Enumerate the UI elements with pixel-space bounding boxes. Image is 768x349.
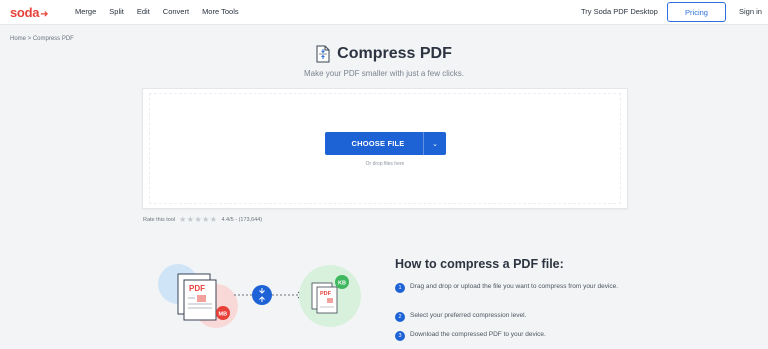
badge-left-text: MB [219, 312, 228, 318]
badge-right-text: KB [338, 281, 346, 287]
howto-step: 3 Download the compressed PDF to your de… [395, 330, 630, 341]
soda-logo[interactable]: soda➜ [10, 5, 49, 20]
upload-dropzone[interactable]: CHOOSE FILE ⌄ Or drop files here [142, 88, 628, 209]
step-number: 1 [395, 283, 405, 293]
chevron-down-icon[interactable]: ⌄ [424, 140, 446, 148]
top-header: soda➜ Merge Split Edit Convert More Tool… [0, 0, 768, 25]
rating-stars[interactable]: ★★★★★ [179, 215, 217, 224]
howto-step: 2 Select your preferred compression leve… [395, 311, 630, 322]
star-icon[interactable]: ★ [202, 215, 210, 224]
drop-hint: Or drop files here [365, 161, 405, 167]
step-text: Select your preferred compression level. [410, 312, 527, 319]
main-nav: Merge Split Edit Convert More Tools [75, 7, 252, 16]
file-label-left: PDF [189, 284, 205, 293]
compression-illustration: PDF MB PDF KB [158, 264, 361, 328]
breadcrumb[interactable]: Home > Compress PDF [10, 36, 74, 42]
choose-file-label: CHOOSE FILE [351, 139, 405, 148]
nav-split[interactable]: Split [109, 7, 124, 16]
sign-in-link[interactable]: Sign in [739, 7, 762, 16]
file-label-right: PDF [320, 291, 332, 297]
step-number: 3 [395, 331, 405, 341]
rating-score: 4.4/5 - (173,644) [221, 216, 263, 223]
title-row: Compress PDF [0, 45, 768, 63]
nav-merge[interactable]: Merge [75, 7, 96, 16]
choose-file-button[interactable]: CHOOSE FILE ⌄ [325, 132, 446, 155]
rating-bar: Rate this tool ★★★★★ 4.4/5 - (173,644) [143, 215, 262, 224]
step-number: 2 [395, 312, 405, 322]
try-desktop-link[interactable]: Try Soda PDF Desktop [581, 7, 658, 16]
image-thumb-icon [197, 295, 206, 302]
star-icon[interactable]: ★ [194, 215, 202, 224]
star-icon[interactable]: ★ [210, 215, 218, 224]
step-text: Download the compressed PDF to your devi… [410, 331, 546, 338]
howto-step: 1 Drag and drop or upload the file you w… [395, 282, 630, 293]
rating-label: Rate this tool [143, 216, 176, 223]
star-icon[interactable]: ★ [179, 215, 187, 224]
page-title: Compress PDF [337, 45, 452, 62]
compress-document-icon [316, 45, 330, 63]
howto-title: How to compress a PDF file: [395, 257, 564, 271]
logo-arrow-icon: ➜ [40, 9, 49, 20]
page-subtitle: Make your PDF smaller with just a few cl… [303, 69, 465, 78]
nav-convert[interactable]: Convert [163, 7, 189, 16]
nav-more-tools[interactable]: More Tools [202, 7, 239, 16]
logo-text: soda [10, 5, 40, 20]
pricing-button[interactable]: Pricing [667, 2, 726, 22]
nav-edit[interactable]: Edit [137, 7, 150, 16]
step-text: Drag and drop or upload the file you wan… [410, 283, 619, 290]
